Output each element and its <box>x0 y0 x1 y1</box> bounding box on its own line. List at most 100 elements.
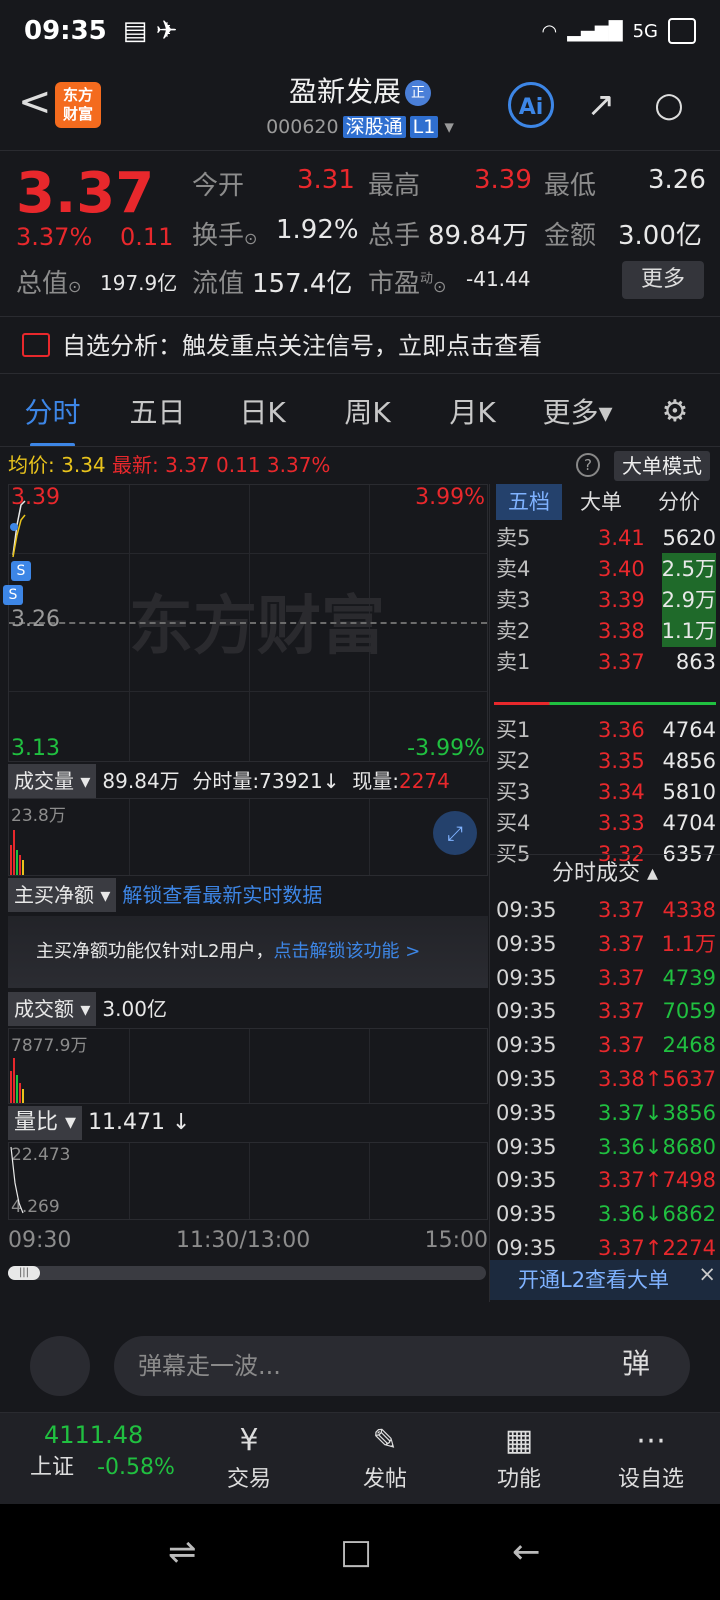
book-row: 09:35 3.37↑ 7498 <box>490 1164 720 1196</box>
tab-five-levels[interactable]: 五档 <box>496 484 562 520</box>
tab-weekly-k[interactable]: 周K <box>315 391 420 431</box>
tick-price: 3.37 <box>598 1033 645 1058</box>
tick-time: 09:35 <box>496 999 557 1024</box>
s-marker-icon[interactable]: S <box>11 561 31 581</box>
pe-label: 市盈动⊙ <box>368 269 447 299</box>
ticks-title[interactable]: 分时成交 ▴ <box>490 854 720 893</box>
trade-button[interactable]: ¥ 交易 <box>194 1421 304 1493</box>
ai-button[interactable]: Ai <box>508 82 554 128</box>
recents-icon[interactable]: ⇌ <box>168 1532 197 1572</box>
danmu-settings-icon[interactable] <box>30 1336 90 1396</box>
bid-price: 3.33 <box>598 811 645 835</box>
float-value: 157.4亿 <box>252 269 353 299</box>
tick-time: 09:35 <box>496 898 557 922</box>
ratio-line <box>10 1146 24 1214</box>
help-icon[interactable]: ? <box>576 453 600 477</box>
post-button[interactable]: ✎ 发帖 <box>330 1421 440 1493</box>
volume-bars <box>10 830 24 875</box>
l2-lock-banner[interactable]: 主买净额功能仅针对L2用户，点击解锁该功能 > <box>8 916 488 988</box>
grid-icon: ▦ <box>504 1423 534 1458</box>
mktcap-value: 197.9亿 <box>100 271 178 295</box>
turnover-value: 1.92% <box>276 215 359 245</box>
book-row: 09:35 3.37 7059 <box>490 995 720 1027</box>
tick-price: 3.37 <box>598 931 645 956</box>
big-order-mode-button[interactable]: 大单模式 <box>614 451 710 481</box>
book-row: 买1 3.36 4764 <box>490 714 720 746</box>
chart-icon <box>22 333 50 357</box>
tab-daily-k[interactable]: 日K <box>210 391 315 431</box>
tab-five-day[interactable]: 五日 <box>105 391 210 431</box>
amount-dropdown[interactable]: 成交额 ▾ <box>8 992 97 1026</box>
danmu-input[interactable]: 弹幕走一波... <box>114 1336 690 1396</box>
change-value: 0.11 <box>120 223 174 251</box>
chart-area: 东方财富 3.39 3.99% 3.26 3.13 -3.99% S S 成交量… <box>0 484 490 1302</box>
ask-volume: 2.9万 <box>661 584 716 616</box>
avg-line: 均价: 3.34 最新: 3.37 0.11 3.37% ? 大单模式 <box>0 446 720 482</box>
gear-icon[interactable]: ⚙ <box>630 394 720 429</box>
minute-volume: 分时量:73921↓ <box>192 769 340 793</box>
tick-time: 09:35 <box>496 1134 557 1159</box>
back-icon[interactable]: ← <box>512 1532 541 1572</box>
close-icon[interactable]: × <box>698 1254 716 1294</box>
book-row: 卖1 3.37 863 <box>490 646 720 678</box>
unlock-link[interactable]: 点击解锁该功能 > <box>273 941 420 962</box>
stock-code: 000620 <box>266 116 339 138</box>
tab-more[interactable]: 更多▾ <box>525 391 630 431</box>
book-row: 卖2 3.38 1.1万 <box>490 615 720 647</box>
function-button[interactable]: ▦ 功能 <box>464 1421 574 1493</box>
add-favorite-button[interactable]: ⋯ 设自选 <box>596 1421 706 1493</box>
netbuy-dropdown[interactable]: 主买净额 ▾ <box>8 878 117 912</box>
tick-time: 09:35 <box>496 965 557 990</box>
netbuy-unlock-link[interactable]: 解锁查看最新实时数据 <box>122 883 322 907</box>
amount-panel: 7877.9万 <box>8 1028 488 1104</box>
turnover-label: 换手⊙ <box>192 221 258 251</box>
tab-price-split[interactable]: 分价 <box>640 484 718 520</box>
share-icon[interactable]: ↗ <box>578 82 624 128</box>
ask-volume: 1.1万 <box>661 615 716 647</box>
search-icon[interactable]: ○ <box>646 82 692 128</box>
home-icon[interactable]: □ <box>340 1532 372 1572</box>
volume-header: 成交量 ▾ 89.84万 分时量:73921↓ 现量:2274 <box>8 764 450 798</box>
ask-price: 3.37 <box>598 650 645 674</box>
tab-monthly-k[interactable]: 月K <box>420 391 525 431</box>
s-marker-icon[interactable]: S <box>3 585 23 605</box>
ask-price: 3.39 <box>598 588 645 612</box>
time-scrollbar[interactable]: ||| <box>8 1266 486 1280</box>
ratio-dropdown[interactable]: 量比 ▾ <box>8 1106 83 1140</box>
scroll-handle[interactable]: ||| <box>8 1266 40 1280</box>
ask-price: 3.38 <box>598 619 645 643</box>
tick-time: 09:35 <box>496 1168 557 1193</box>
network-type: 5G <box>632 20 658 42</box>
index-ticker[interactable]: 4111.48 上证 -0.58% <box>30 1421 180 1481</box>
signal-banner[interactable]: 自选分析：触发重点关注信号，立即点击查看 <box>0 316 720 374</box>
book-row: 09:35 3.36↓ 6862 <box>490 1198 720 1230</box>
tick-price: 3.37↓ <box>598 1100 663 1125</box>
current-price: 3.37 <box>16 161 155 226</box>
more-button[interactable]: 更多 <box>622 261 704 299</box>
chart-bottom-pct: -3.99% <box>407 736 485 761</box>
time-start: 09:30 <box>8 1228 72 1253</box>
tick-price: 3.37↑ <box>598 1168 663 1193</box>
mktcap-label: 总值⊙ <box>16 269 82 299</box>
tab-intraday[interactable]: 分时 <box>0 391 105 447</box>
tick-price: 3.37 <box>598 965 645 990</box>
l2-upgrade-banner[interactable]: 开通L2查看大单 × <box>490 1260 720 1300</box>
low-label: 最低 <box>544 171 597 201</box>
bid-level-label: 买4 <box>496 811 531 835</box>
amount-bars <box>10 1058 24 1103</box>
latest-value: 3.37 <box>165 453 210 477</box>
volume-dropdown[interactable]: 成交量 ▾ <box>8 764 97 798</box>
price-panel[interactable]: 东方财富 3.39 3.99% 3.26 3.13 -3.99% S S <box>3 484 488 762</box>
expand-icon[interactable]: ⤢ <box>433 811 477 855</box>
open-label: 今开 <box>192 171 245 201</box>
danmu-toggle-icon[interactable]: 弹 <box>622 1342 650 1382</box>
ask-price: 3.40 <box>598 557 645 581</box>
tick-price: 3.37 <box>598 898 645 922</box>
chart-tabs: 分时 五日 日K 周K 月K 更多▾ ⚙ <box>0 378 720 447</box>
tab-big-order[interactable]: 大单 <box>566 484 636 520</box>
status-bar: 09:35 ▤ ✈ ◠ ▂▄▆█ 5G <box>0 0 720 62</box>
avg-value: 3.34 <box>61 453 106 477</box>
system-nav-bar: ⇌ □ ← <box>0 1504 720 1600</box>
book-row: 卖4 3.40 2.5万 <box>490 553 720 585</box>
tick-volume: 1.1万 <box>661 931 716 956</box>
